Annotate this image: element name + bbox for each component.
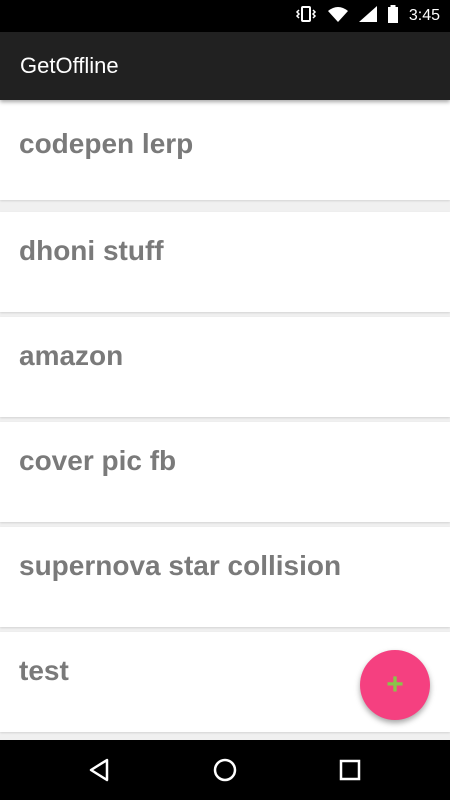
- list-item-title: codepen lerp: [19, 128, 194, 159]
- home-icon[interactable]: [210, 755, 240, 785]
- recents-icon[interactable]: [335, 755, 365, 785]
- list-item[interactable]: amazon: [0, 317, 450, 417]
- signal-icon: [358, 5, 377, 27]
- add-fab-button[interactable]: +: [360, 650, 430, 720]
- list-item[interactable]: codepen lerp: [0, 100, 450, 200]
- list-item-title: test: [19, 655, 69, 686]
- list-item-title: amazon: [19, 340, 124, 371]
- item-list: codepen lerp dhoni stuff amazon cover pi…: [0, 100, 450, 740]
- back-icon[interactable]: [85, 755, 115, 785]
- list-item[interactable]: cover pic fb: [0, 422, 450, 522]
- list-item-title: dhoni stuff: [19, 235, 164, 266]
- status-icons: 3:45: [295, 0, 440, 32]
- status-time: 3:45: [408, 7, 440, 24]
- list-item-title: cover pic fb: [19, 445, 177, 476]
- wifi-icon: [327, 6, 349, 27]
- navigation-bar: [0, 740, 450, 800]
- vibrate-icon: [295, 5, 317, 27]
- list-item[interactable]: supernova star collision: [0, 527, 450, 627]
- battery-icon: [387, 4, 399, 28]
- list-item-title: supernova star collision: [19, 550, 342, 581]
- status-bar: 3:45: [0, 0, 450, 32]
- app-bar: GetOffline: [0, 32, 450, 100]
- list-item[interactable]: dhoni stuff: [0, 212, 450, 312]
- app-title: GetOffline: [20, 53, 119, 78]
- plus-icon: +: [386, 668, 404, 701]
